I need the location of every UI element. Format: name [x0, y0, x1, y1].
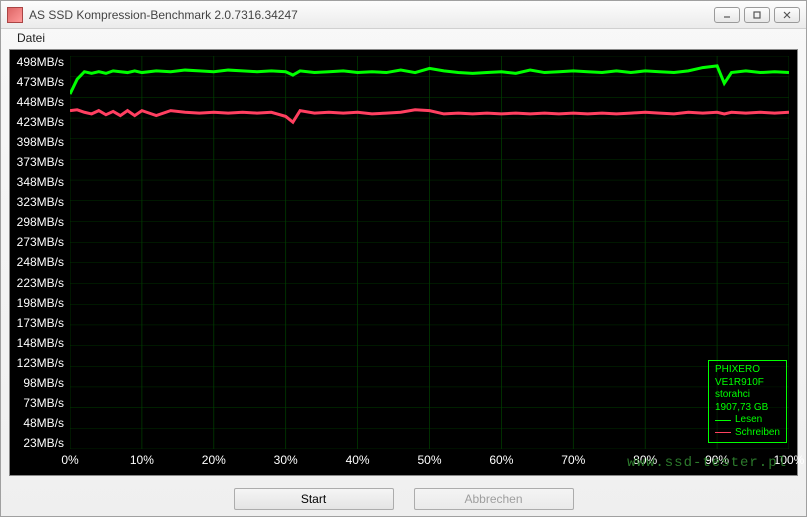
x-tick-label: 10% [130, 453, 154, 467]
titlebar: AS SSD Kompression-Benchmark 2.0.7316.34… [1, 1, 806, 29]
y-tick-label: 198MB/s [10, 297, 68, 309]
app-icon [7, 7, 23, 23]
legend-driver: storahci [715, 389, 780, 402]
x-tick-label: 50% [417, 453, 441, 467]
x-tick-label: 60% [489, 453, 513, 467]
y-tick-label: 473MB/s [10, 76, 68, 88]
y-tick-label: 448MB/s [10, 96, 68, 108]
button-row: Start Abbrechen [1, 482, 806, 516]
y-tick-label: 298MB/s [10, 216, 68, 228]
y-tick-label: 223MB/s [10, 277, 68, 289]
window-title: AS SSD Kompression-Benchmark 2.0.7316.34… [29, 8, 714, 22]
x-tick-label: 30% [274, 453, 298, 467]
y-tick-label: 348MB/s [10, 176, 68, 188]
legend-device: PHIXERO [715, 364, 780, 377]
legend-write-row: Schreiben [715, 427, 780, 440]
x-tick-label: 0% [61, 453, 78, 467]
x-tick-label: 70% [561, 453, 585, 467]
legend-box: PHIXERO VE1R910F storahci 1907,73 GB Les… [708, 360, 787, 443]
y-tick-label: 123MB/s [10, 357, 68, 369]
y-tick-label: 373MB/s [10, 156, 68, 168]
y-tick-label: 323MB/s [10, 196, 68, 208]
y-tick-label: 48MB/s [10, 417, 68, 429]
y-tick-label: 398MB/s [10, 136, 68, 148]
chart-area [70, 56, 789, 449]
y-axis-labels: 498MB/s 473MB/s 448MB/s 423MB/s 398MB/s 373MB… [10, 56, 68, 449]
legend-write-swatch [715, 432, 731, 433]
y-tick-label: 173MB/s [10, 317, 68, 329]
legend-write-label: Schreiben [735, 427, 780, 440]
y-tick-label: 98MB/s [10, 377, 68, 389]
legend-read-swatch [715, 420, 731, 421]
legend-firmware: VE1R910F [715, 377, 780, 390]
x-tick-label: 20% [202, 453, 226, 467]
legend-capacity: 1907,73 GB [715, 402, 780, 415]
y-tick-label: 23MB/s [10, 437, 68, 449]
app-window: AS SSD Kompression-Benchmark 2.0.7316.34… [0, 0, 807, 517]
y-tick-label: 273MB/s [10, 236, 68, 248]
menu-file[interactable]: Datei [11, 29, 51, 47]
maximize-button[interactable] [744, 7, 770, 23]
y-tick-label: 73MB/s [10, 397, 68, 409]
legend-read-label: Lesen [735, 414, 762, 427]
chart-svg [70, 56, 789, 449]
minimize-button[interactable] [714, 7, 740, 23]
y-tick-label: 248MB/s [10, 256, 68, 268]
window-controls [714, 7, 800, 23]
menubar: Datei [1, 29, 806, 49]
x-tick-label: 40% [346, 453, 370, 467]
y-tick-label: 423MB/s [10, 116, 68, 128]
abort-button: Abbrechen [414, 488, 574, 510]
y-tick-label: 498MB/s [10, 56, 68, 68]
watermark: www.ssd-tester.pl [627, 455, 787, 471]
legend-read-row: Lesen [715, 414, 780, 427]
close-button[interactable] [774, 7, 800, 23]
y-tick-label: 148MB/s [10, 337, 68, 349]
start-button[interactable]: Start [234, 488, 394, 510]
chart-panel: 498MB/s 473MB/s 448MB/s 423MB/s 398MB/s 373MB… [9, 49, 798, 476]
